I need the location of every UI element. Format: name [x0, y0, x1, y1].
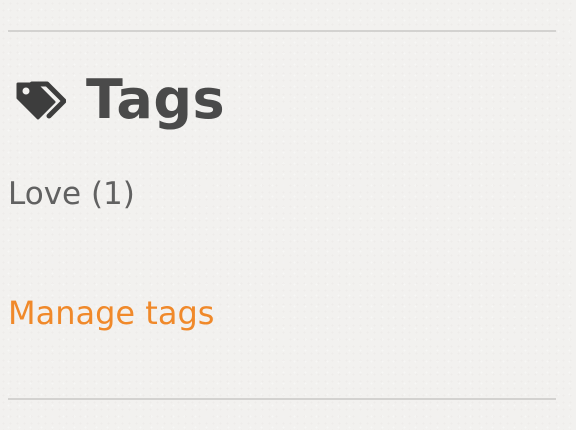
manage-tags-link[interactable]: Manage tags	[8, 290, 214, 336]
tag-list: Love (1)	[8, 172, 135, 216]
widget-header: Tags	[14, 64, 225, 136]
widget-title: Tags	[86, 68, 226, 131]
tag-item-love[interactable]: Love (1)	[8, 172, 135, 216]
tags-icon	[14, 78, 66, 122]
bottom-divider	[8, 398, 556, 400]
tags-widget: Tags Love (1) Manage tags	[0, 0, 576, 430]
